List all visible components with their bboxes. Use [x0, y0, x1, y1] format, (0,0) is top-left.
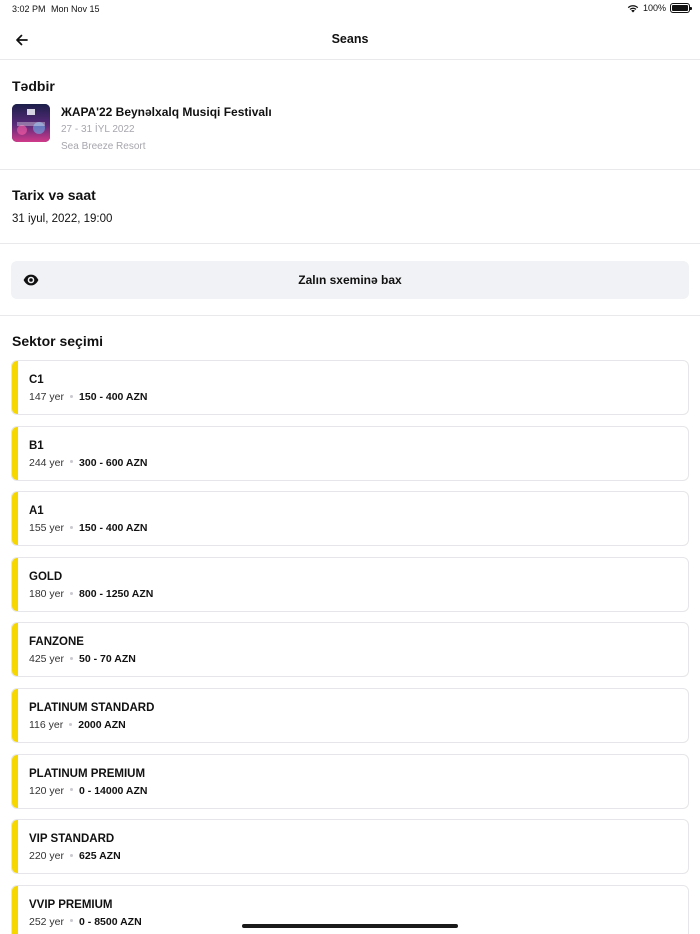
sector-price: 300 - 600 AZN — [79, 456, 148, 469]
event-name: ЖАРА'22 Beynəlxalq Musiqi Festivalı — [61, 105, 272, 119]
nav-header: Seans — [0, 20, 700, 60]
sector-name: VIP STANDARD — [29, 833, 115, 846]
sector-item[interactable]: GOLD 180 yer 800 - 1250 AZN — [11, 556, 689, 612]
sector-price: 50 - 70 AZN — [79, 653, 136, 666]
sector-price: 0 - 8500 AZN — [79, 915, 142, 928]
sector-seats: 147 yer — [29, 391, 65, 403]
separator-dot — [70, 525, 74, 529]
event-thumbnail — [12, 104, 50, 142]
sector-name: C1 — [29, 374, 44, 386]
sector-price: 625 AZN — [79, 850, 121, 863]
event-card: ЖАРА'22 Beynəlxalq Musiqi Festivalı 27 -… — [12, 104, 612, 156]
sector-seats: 252 yer — [29, 915, 65, 928]
sector-meta: 155 yer 150 - 400 AZN — [29, 522, 148, 534]
sector-meta: 147 yer 150 - 400 AZN — [29, 391, 148, 403]
sector-seats: 244 yer — [29, 456, 65, 469]
status-time: 3:02 PM — [12, 4, 46, 14]
sector-accent-bar — [12, 623, 18, 677]
sector-meta: 116 yer 2000 AZN — [29, 719, 126, 731]
sector-accent-bar — [12, 426, 18, 480]
sector-price: 150 - 400 AZN — [79, 522, 148, 535]
separator-dot — [70, 853, 74, 857]
sector-name: VVIP PREMIUM — [29, 898, 113, 911]
sector-item[interactable]: A1 155 yer 150 - 400 AZN — [11, 491, 689, 547]
view-hall-scheme-label: Zalın sxeminə bax — [298, 273, 402, 287]
sector-seats: 116 yer — [29, 718, 64, 731]
event-section-title: Tədbir — [12, 78, 55, 94]
datetime-value: 31 iyul, 2022, 19:00 — [12, 213, 113, 225]
sector-seats: 425 yer — [29, 653, 65, 666]
event-dates: 27 - 31 İYL 2022 — [61, 124, 135, 135]
separator-dot — [70, 657, 74, 661]
sector-section-title: Sektor seçimi — [12, 333, 104, 349]
sector-name: FANZONE — [29, 636, 84, 649]
sector-meta: 244 yer 300 - 600 AZN — [29, 457, 148, 469]
wifi-icon — [627, 4, 639, 12]
home-indicator[interactable] — [242, 924, 458, 928]
sector-item[interactable]: VIP STANDARD 220 yer 625 AZN — [11, 819, 689, 875]
sector-price: 2000 AZN — [78, 718, 126, 731]
divider — [0, 315, 700, 316]
sector-accent-bar — [12, 557, 18, 611]
sector-seats: 180 yer — [29, 587, 65, 600]
datetime-section-title: Tarix və saat — [12, 187, 96, 203]
sector-accent-bar — [12, 820, 18, 874]
separator-dot — [69, 722, 73, 726]
sector-item[interactable]: PLATINUM STANDARD 116 yer 2000 AZN — [11, 687, 689, 743]
sector-accent-bar — [12, 754, 18, 808]
sector-name: A1 — [29, 505, 44, 518]
sector-seats: 155 yer — [29, 522, 65, 535]
sector-accent-bar — [12, 361, 18, 414]
divider — [0, 169, 700, 170]
battery-icon — [670, 3, 692, 13]
sector-item[interactable]: C1 147 yer 150 - 400 AZN — [11, 360, 689, 415]
sector-name: PLATINUM STANDARD — [29, 701, 155, 714]
sector-name: PLATINUM PREMIUM — [29, 767, 146, 780]
sector-item[interactable]: PLATINUM PREMIUM 120 yer 0 - 14000 AZN — [11, 753, 689, 809]
sector-price: 800 - 1250 AZN — [79, 587, 154, 600]
sector-item[interactable]: FANZONE 425 yer 50 - 70 AZN — [11, 622, 689, 678]
sector-accent-bar — [12, 885, 18, 934]
sector-price: 150 - 400 AZN — [79, 391, 148, 403]
status-date: Mon Nov 15 — [51, 4, 100, 14]
sector-seats: 220 yer — [29, 850, 65, 863]
event-venue: Sea Breeze Resort — [61, 141, 146, 152]
sector-item[interactable]: B1 244 yer 300 - 600 AZN — [11, 425, 689, 481]
sector-meta: 425 yer 50 - 70 AZN — [29, 653, 136, 665]
separator-dot — [70, 788, 74, 792]
sector-meta: 220 yer 625 AZN — [29, 850, 121, 862]
sector-accent-bar — [12, 688, 18, 742]
status-bar: 3:02 PM Mon Nov 15 100% — [0, 0, 700, 18]
separator-dot — [70, 919, 74, 923]
sector-meta: 252 yer 0 - 8500 AZN — [29, 916, 142, 928]
battery-percent: 100% — [642, 3, 666, 13]
sector-price: 0 - 14000 AZN — [79, 784, 148, 797]
sector-name: GOLD — [29, 570, 63, 583]
sector-meta: 120 yer 0 - 14000 AZN — [29, 785, 148, 797]
divider — [0, 243, 700, 244]
view-hall-scheme-button[interactable]: Zalın sxeminə bax — [11, 261, 689, 299]
sector-meta: 180 yer 800 - 1250 AZN — [29, 588, 153, 600]
sector-seats: 120 yer — [29, 784, 65, 797]
separator-dot — [70, 394, 74, 398]
page-title: Seans — [331, 32, 369, 46]
sector-list: C1 147 yer 150 - 400 AZN B1 244 yer 300 - … — [11, 360, 689, 934]
sector-accent-bar — [12, 492, 18, 546]
status-right: 100% — [627, 3, 692, 13]
sector-name: B1 — [29, 439, 44, 452]
separator-dot — [70, 591, 74, 595]
separator-dot — [70, 460, 74, 464]
